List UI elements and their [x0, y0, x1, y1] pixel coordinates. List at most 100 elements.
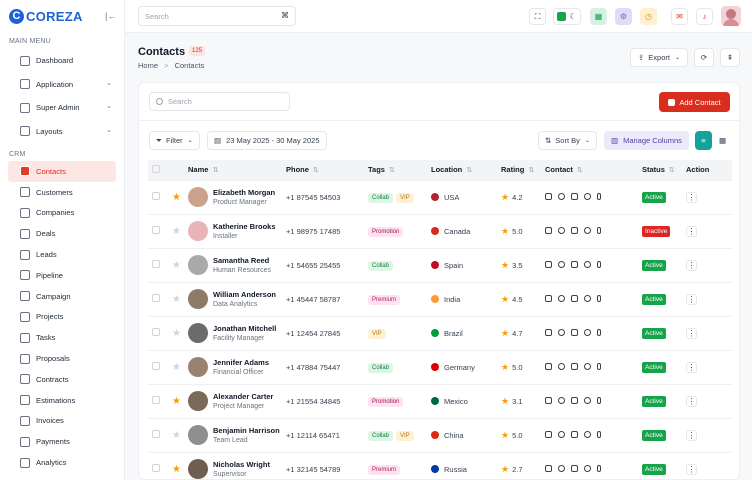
avatar[interactable]: [188, 391, 208, 411]
skype-icon[interactable]: [584, 192, 591, 200]
table-row[interactable]: ★ Samantha Reed Human Resources +1 54655…: [148, 247, 732, 282]
facebook-icon[interactable]: [597, 396, 601, 404]
facebook-icon[interactable]: [597, 226, 601, 234]
sidebar-item-layouts[interactable]: Layouts ⌄: [8, 120, 116, 144]
row-checkbox[interactable]: [152, 226, 160, 234]
email-icon[interactable]: [545, 464, 552, 472]
sidebar-item-projects[interactable]: Projects: [8, 307, 116, 328]
list-view-icon[interactable]: ≡: [695, 131, 712, 150]
phone-icon[interactable]: [558, 226, 565, 234]
phone-icon[interactable]: [558, 430, 565, 438]
messages-icon[interactable]: ✉: [671, 8, 688, 25]
sidebar-item-pipeline[interactable]: Pipeline: [8, 265, 116, 286]
contact-name[interactable]: Elizabeth Morgan: [213, 188, 275, 197]
facebook-icon[interactable]: [597, 192, 601, 200]
row-checkbox[interactable]: [152, 260, 160, 268]
global-search-input[interactable]: Search ⌘: [138, 6, 296, 26]
clock-icon[interactable]: ◷: [640, 8, 657, 25]
sidebar-item-invoices[interactable]: Invoices: [8, 411, 116, 432]
row-checkbox[interactable]: [152, 192, 160, 200]
sidebar-item-super-admin[interactable]: Super Admin ⌄: [8, 96, 116, 120]
skype-icon[interactable]: [584, 430, 591, 438]
skype-icon[interactable]: [584, 362, 591, 370]
facebook-icon[interactable]: [597, 464, 601, 472]
apps-grid-icon[interactable]: ▦: [590, 8, 607, 25]
facebook-icon[interactable]: [597, 362, 601, 370]
table-row[interactable]: ★ William Anderson Data Analytics +1 454…: [148, 281, 732, 316]
location-header[interactable]: Location ⇅: [427, 160, 497, 180]
skype-icon[interactable]: [584, 226, 591, 234]
collapse-header-button[interactable]: ⇞: [720, 48, 740, 67]
name-header[interactable]: Name ⇅: [184, 160, 282, 180]
contact-name[interactable]: Jonathan Mitchell: [213, 324, 276, 333]
avatar[interactable]: [188, 323, 208, 343]
facebook-icon[interactable]: [597, 260, 601, 268]
user-avatar[interactable]: [721, 6, 741, 26]
table-row[interactable]: ★ Jennifer Adams Financial Officer +1 47…: [148, 349, 732, 384]
skype-icon[interactable]: [584, 260, 591, 268]
row-checkbox[interactable]: [152, 294, 160, 302]
status-header[interactable]: Status ⇅: [638, 160, 682, 180]
more-actions-icon[interactable]: ⋮: [686, 463, 697, 475]
sidebar-item-tasks[interactable]: Tasks: [8, 327, 116, 348]
avatar[interactable]: [188, 187, 208, 207]
favorite-star-icon[interactable]: ★: [172, 328, 181, 339]
contact-name[interactable]: Katherine Brooks: [213, 222, 276, 231]
contact-name[interactable]: Alexander Carter: [213, 392, 273, 401]
skype-icon[interactable]: [584, 396, 591, 404]
contact-name[interactable]: Benjamin Harrison: [213, 426, 280, 435]
message-icon[interactable]: [571, 192, 578, 200]
favorite-star-icon[interactable]: ★: [172, 226, 181, 237]
sidebar-item-companies[interactable]: Companies: [8, 203, 116, 224]
email-icon[interactable]: [545, 260, 552, 268]
breadcrumb-home[interactable]: Home: [138, 61, 158, 70]
filter-button[interactable]: ⏷ Filter ⌄: [149, 131, 200, 150]
theme-toggle[interactable]: ☾: [553, 8, 581, 25]
more-actions-icon[interactable]: ⋮: [686, 293, 697, 305]
skype-icon[interactable]: [584, 294, 591, 302]
row-checkbox[interactable]: [152, 430, 160, 438]
sidebar-item-analytics[interactable]: Analytics: [8, 452, 116, 473]
sidebar-item-application[interactable]: Application ⌄: [8, 73, 116, 97]
contact-name[interactable]: Jennifer Adams: [213, 358, 269, 367]
message-icon[interactable]: [571, 362, 578, 370]
table-row[interactable]: ★ Elizabeth Morgan Product Manager +1 87…: [148, 179, 732, 214]
facebook-icon[interactable]: [597, 294, 601, 302]
message-icon[interactable]: [571, 464, 578, 472]
row-checkbox[interactable]: [152, 464, 160, 473]
contact-header[interactable]: Contact ⇅: [541, 160, 638, 180]
contact-search-input[interactable]: Search: [149, 92, 290, 111]
contact-name[interactable]: Nicholas Wright: [213, 460, 270, 469]
more-actions-icon[interactable]: ⋮: [686, 361, 697, 373]
email-icon[interactable]: [545, 226, 552, 234]
fullscreen-icon[interactable]: ⛶: [529, 8, 546, 25]
table-row[interactable]: ★ Alexander Carter Project Manager +1 21…: [148, 383, 732, 418]
skype-icon[interactable]: [584, 464, 591, 472]
favorite-star-icon[interactable]: ★: [172, 260, 181, 271]
rating-header[interactable]: Rating ⇅: [497, 160, 541, 180]
avatar[interactable]: [188, 221, 208, 241]
more-actions-icon[interactable]: ⋮: [686, 395, 697, 407]
favorite-star-icon[interactable]: ★: [172, 192, 181, 203]
export-button[interactable]: ⇪ Export ⌄: [630, 48, 688, 67]
avatar[interactable]: [188, 425, 208, 445]
sidebar-item-proposals[interactable]: Proposals: [8, 348, 116, 369]
more-actions-icon[interactable]: ⋮: [686, 259, 697, 271]
avatar[interactable]: [188, 289, 208, 309]
contact-name[interactable]: Samantha Reed: [213, 256, 271, 265]
sidebar-item-customers[interactable]: Customers: [8, 182, 116, 203]
sort-by-button[interactable]: ⇅ Sort By ⌄: [538, 131, 597, 150]
table-row[interactable]: ★ Benjamin Harrison Team Lead +1 12114 6…: [148, 417, 732, 452]
favorite-star-icon[interactable]: ★: [172, 396, 181, 407]
message-icon[interactable]: [571, 328, 578, 336]
favorite-star-icon[interactable]: ★: [172, 294, 181, 305]
message-icon[interactable]: [571, 226, 578, 234]
more-actions-icon[interactable]: ⋮: [686, 225, 697, 237]
facebook-icon[interactable]: [597, 430, 601, 438]
more-actions-icon[interactable]: ⋮: [686, 429, 697, 441]
email-icon[interactable]: [545, 294, 552, 302]
sidebar-item-estimations[interactable]: Estimations: [8, 390, 116, 411]
sidebar-item-leads[interactable]: Leads: [8, 244, 116, 265]
email-icon[interactable]: [545, 192, 552, 200]
select-all-checkbox[interactable]: [152, 164, 160, 173]
